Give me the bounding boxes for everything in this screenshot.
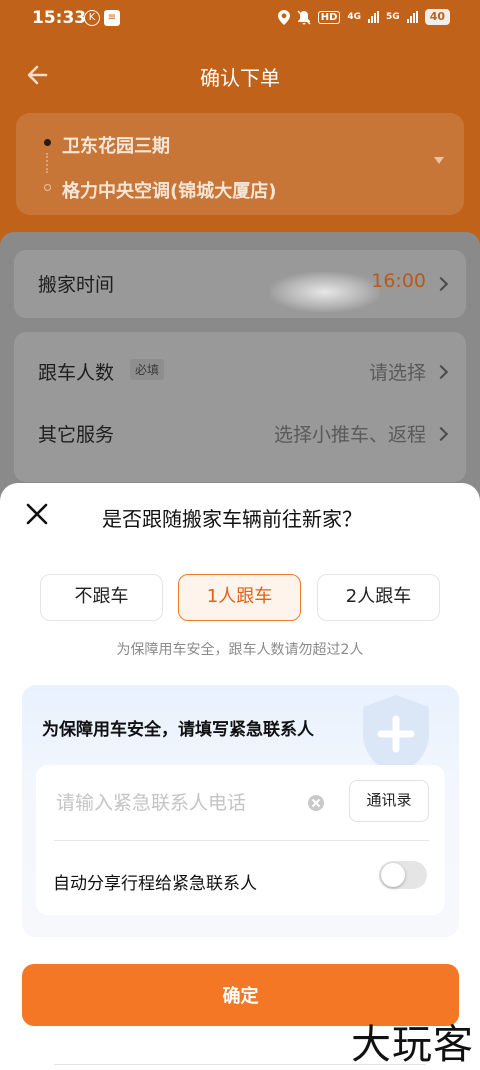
- option-no-companion[interactable]: 不跟车: [40, 574, 163, 621]
- emergency-contact-form: 通讯录 自动分享行程给紧急联系人: [36, 765, 445, 915]
- service-card: 跟车人数 必填 请选择 其它服务 选择小推车、返程: [14, 332, 466, 482]
- mute-icon: [297, 9, 311, 25]
- moving-time-label: 搬家时间: [38, 274, 115, 296]
- hd-icon: HD: [317, 10, 341, 24]
- toggle-knob: [381, 863, 405, 887]
- companions-label: 跟车人数: [38, 362, 115, 384]
- route-connector: [46, 153, 49, 173]
- status-time: 15:33: [32, 8, 87, 28]
- companion-hint: 为保障用车安全，跟车人数请勿超过2人: [116, 642, 364, 658]
- companion-bottom-sheet: 是否跟随搬家车辆前往新家？ 不跟车 1人跟车 2人跟车 为保障用车安全，跟车人数…: [0, 483, 480, 1070]
- caret-down-icon[interactable]: [434, 157, 444, 164]
- destination-dot-icon: [44, 184, 51, 191]
- option-one-companion[interactable]: 1人跟车: [178, 574, 301, 621]
- location-icon: [277, 9, 290, 25]
- route-destination: 格力中央空调(锦城大厦店): [62, 181, 277, 202]
- address-book-button[interactable]: 通讯录: [349, 780, 429, 822]
- companions-value[interactable]: 请选择: [369, 358, 426, 385]
- emergency-phone-input[interactable]: [56, 783, 316, 823]
- divider: [54, 840, 429, 841]
- route-origin: 卫东花园三期: [62, 136, 170, 157]
- notification-app-icon: K: [84, 10, 100, 26]
- signal-icon: [368, 11, 380, 23]
- chevron-right-icon: [433, 276, 449, 292]
- page-title: 确认下单: [200, 66, 280, 90]
- watermark-logo: 大玩客: [351, 1022, 474, 1068]
- moving-time-value: 16:00: [371, 270, 426, 292]
- notification-app-icon: ≡: [104, 10, 120, 26]
- sheet-title: 是否跟随搬家车辆前往新家？: [102, 507, 362, 531]
- emergency-contact-panel: 为保障用车安全，请填写紧急联系人 通讯录 自动分享行程给紧急联系人: [22, 685, 459, 937]
- signal-icon: [406, 11, 418, 23]
- origin-dot-icon: [44, 139, 51, 146]
- moving-time-row[interactable]: 搬家时间 16:00: [14, 250, 466, 318]
- other-services-label: 其它服务: [38, 424, 115, 446]
- blurred-date: [270, 272, 380, 312]
- share-trip-label: 自动分享行程给紧急联系人: [53, 874, 257, 894]
- route-card[interactable]: 卫东花园三期 格力中央空调(锦城大厦店): [16, 113, 464, 215]
- net-5g-label: 5G: [386, 12, 400, 22]
- bottom-edge: [54, 1064, 426, 1070]
- chevron-right-icon: [433, 364, 449, 380]
- other-services-value[interactable]: 选择小推车、返程: [274, 420, 426, 447]
- chevron-right-icon: [433, 426, 449, 442]
- close-icon[interactable]: [24, 501, 50, 527]
- required-badge: 必填: [130, 359, 165, 380]
- status-indicators: HD 4G 5G 40: [277, 9, 450, 25]
- option-two-companions[interactable]: 2人跟车: [317, 574, 440, 621]
- net-4g-label: 4G: [347, 12, 362, 22]
- emergency-contact-heading: 为保障用车安全，请填写紧急联系人: [42, 720, 314, 740]
- share-trip-toggle[interactable]: [379, 861, 427, 889]
- battery-icon: 40: [424, 9, 450, 25]
- status-bar: 15:33 K ≡ HD 4G 5G 40: [0, 0, 480, 38]
- clear-input-icon[interactable]: [308, 795, 324, 811]
